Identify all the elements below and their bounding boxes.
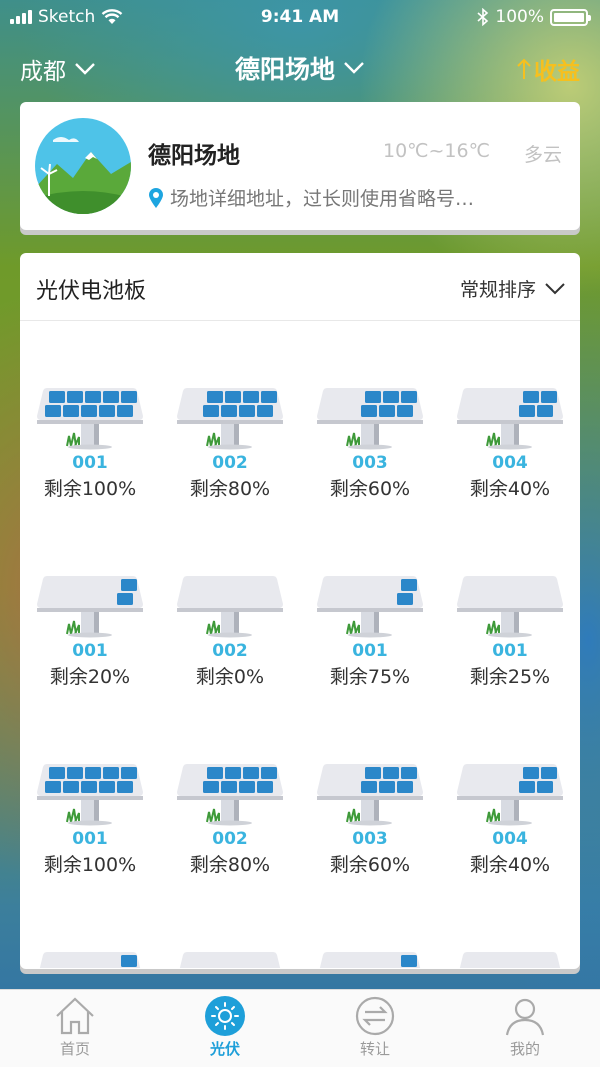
tab-home[interactable]: 首页 — [0, 994, 150, 1059]
tab-label: 首页 — [59, 1040, 90, 1058]
panel-id: 003 — [352, 829, 388, 849]
nav-bar: 成都 德阳场地 收益 — [0, 44, 600, 92]
location-pin-icon — [149, 187, 163, 208]
tab-label: 我的 — [509, 1040, 540, 1058]
tab-solar[interactable]: 光伏 — [150, 994, 300, 1059]
solar-panel-icon — [39, 952, 141, 968]
panel-id: 003 — [352, 453, 388, 473]
tab-profile[interactable]: 我的 — [450, 994, 600, 1059]
battery-icon — [550, 8, 591, 26]
solar-panel-icon — [179, 952, 281, 968]
sun-icon — [205, 996, 245, 1036]
solar-panel-icon — [319, 952, 421, 968]
earnings-label: 收益 — [534, 59, 580, 85]
site-avatar — [35, 118, 131, 214]
tab-label: 光伏 — [209, 1040, 240, 1058]
solar-panel-icon — [37, 388, 143, 450]
panel-id: 004 — [492, 829, 528, 849]
panel-remaining: 剩余20% — [49, 666, 131, 688]
panel-item[interactable]: 001 剩余100% — [20, 384, 160, 500]
arrow-up-icon — [517, 58, 531, 79]
status-right: 100% — [477, 7, 591, 27]
panel-remaining: 剩余40% — [469, 478, 551, 500]
solar-panel-icon — [317, 764, 423, 826]
solar-panel-icon — [177, 764, 283, 826]
site-address: 场地详细地址，过长则使用省略号… — [148, 184, 474, 211]
panel-remaining: 剩余25% — [469, 666, 551, 688]
panel-remaining: 剩余40% — [469, 854, 551, 876]
site-temperature: 10℃~16℃ — [383, 140, 490, 162]
panel-item-partial[interactable] — [160, 948, 300, 968]
site-weather: 多云 — [523, 144, 562, 166]
panel-remaining: 剩余60% — [329, 478, 411, 500]
panel-item[interactable]: 002 剩余0% — [160, 572, 300, 688]
profile-icon — [505, 998, 545, 1036]
tab-bar: 首页 光伏 转让 我的 — [0, 989, 600, 1067]
solar-panel-icon — [317, 388, 423, 450]
panel-item[interactable]: 001 剩余25% — [440, 572, 580, 688]
panel-id: 002 — [212, 829, 248, 849]
panel-remaining: 剩余80% — [189, 478, 271, 500]
panel-item[interactable]: 001 剩余75% — [300, 572, 440, 688]
transfer-icon — [355, 996, 395, 1036]
solar-panel-icon — [37, 576, 143, 638]
panel-remaining: 剩余60% — [329, 854, 411, 876]
panel-remaining: 剩余100% — [43, 854, 137, 876]
status-bar: Sketch 9:41 AM 100% — [0, 0, 600, 34]
panel-item[interactable]: 001 剩余20% — [20, 572, 160, 688]
panel-item[interactable]: 003 剩余60% — [300, 760, 440, 876]
battery-percent: 100% — [495, 7, 544, 27]
chevron-down-icon — [344, 62, 364, 74]
panels-grid: 001 剩余100% 002 剩余80% 003 剩余60% 004 剩余40% 001 剩余20… — [20, 322, 580, 969]
site-name: 德阳场地 — [148, 143, 240, 169]
tab-transfer[interactable]: 转让 — [300, 994, 450, 1059]
panel-remaining: 剩余100% — [43, 478, 137, 500]
solar-panel-icon — [457, 764, 563, 826]
panels-card: 光伏电池板 常规排序 001 剩余100% 002 剩余80% 003 剩余60% 004 剩… — [20, 253, 580, 969]
solar-panel-icon — [459, 952, 561, 968]
site-title: 德阳场地 — [234, 55, 335, 84]
panel-id: 001 — [492, 641, 528, 661]
panel-item[interactable]: 004 剩余40% — [440, 384, 580, 500]
solar-panel-icon — [457, 388, 563, 450]
solar-panel-icon — [177, 576, 283, 638]
chevron-down-icon — [545, 282, 565, 294]
home-icon — [56, 997, 94, 1035]
panel-id: 002 — [212, 641, 248, 661]
panel-id: 001 — [72, 829, 108, 849]
panel-item-partial[interactable] — [440, 948, 580, 968]
earnings-button[interactable]: 收益 — [516, 52, 580, 86]
panel-remaining: 剩余75% — [329, 666, 411, 688]
panel-item[interactable]: 004 剩余40% — [440, 760, 580, 876]
site-selector[interactable]: 德阳场地 — [0, 50, 600, 86]
panels-header: 光伏电池板 常规排序 — [20, 253, 580, 321]
sort-label: 常规排序 — [459, 279, 536, 301]
solar-panel-icon — [177, 388, 283, 450]
panel-item[interactable]: 002 剩余80% — [160, 760, 300, 876]
panel-item-partial[interactable] — [20, 948, 160, 968]
panel-id: 004 — [492, 453, 528, 473]
panel-id: 001 — [72, 641, 108, 661]
panels-title: 光伏电池板 — [36, 279, 147, 304]
panel-remaining: 剩余80% — [189, 854, 271, 876]
panel-item-partial[interactable] — [300, 948, 440, 968]
bluetooth-icon — [477, 8, 489, 26]
panel-id: 001 — [352, 641, 388, 661]
solar-panel-icon — [317, 576, 423, 638]
panel-item[interactable]: 002 剩余80% — [160, 384, 300, 500]
panel-id: 001 — [72, 453, 108, 473]
panel-remaining: 剩余0% — [195, 666, 265, 688]
panel-item[interactable]: 001 剩余100% — [20, 760, 160, 876]
solar-panel-icon — [457, 576, 563, 638]
solar-panel-icon — [37, 764, 143, 826]
tab-label: 转让 — [359, 1040, 390, 1058]
sort-selector[interactable]: 常规排序 — [460, 275, 566, 302]
site-address-text: 场地详细地址，过长则使用省略号… — [170, 188, 475, 210]
site-card[interactable]: 德阳场地 10℃~16℃ 多云 场地详细地址，过长则使用省略号… — [20, 102, 580, 230]
panel-item[interactable]: 003 剩余60% — [300, 384, 440, 500]
panel-id: 002 — [212, 453, 248, 473]
